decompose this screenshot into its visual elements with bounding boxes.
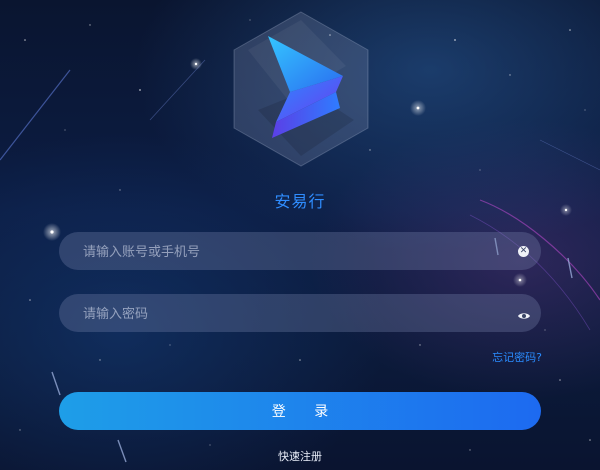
password-field[interactable] — [59, 294, 541, 334]
app-name: 安易行 — [274, 192, 326, 211]
app-logo — [228, 10, 374, 168]
clear-circle-icon[interactable]: ✕ — [518, 246, 529, 257]
password-input[interactable] — [81, 294, 505, 334]
register-link[interactable]: 快速注册 — [0, 448, 600, 464]
login-button[interactable]: 登 录 — [59, 392, 541, 430]
forgot-password-link[interactable]: 忘记密码? — [492, 349, 542, 365]
account-input[interactable] — [81, 232, 505, 272]
eye-icon[interactable] — [517, 307, 531, 319]
account-field[interactable]: ✕ — [59, 232, 541, 272]
